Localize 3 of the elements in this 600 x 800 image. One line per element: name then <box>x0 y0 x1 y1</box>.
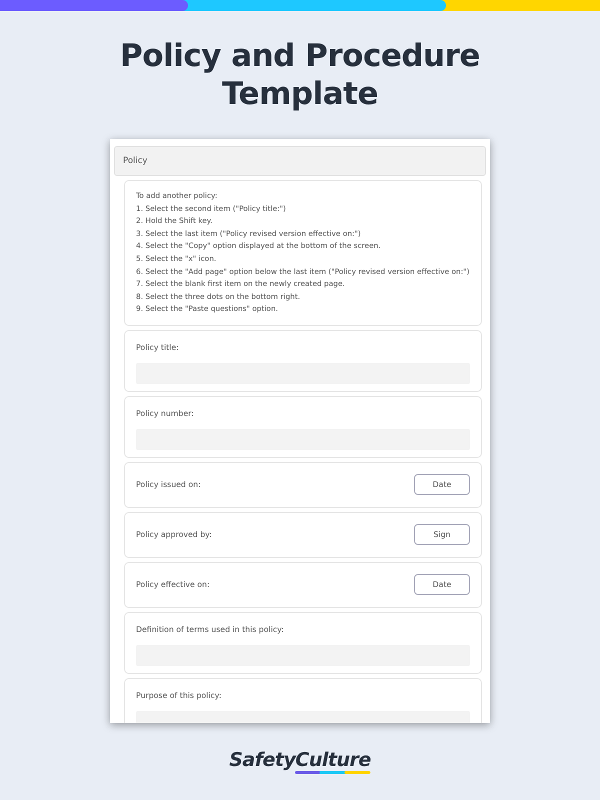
brand-logo: SafetyCulture <box>229 749 371 775</box>
page-title: Policy and Procedure Template <box>119 37 481 113</box>
section-header: Policy <box>114 146 486 176</box>
